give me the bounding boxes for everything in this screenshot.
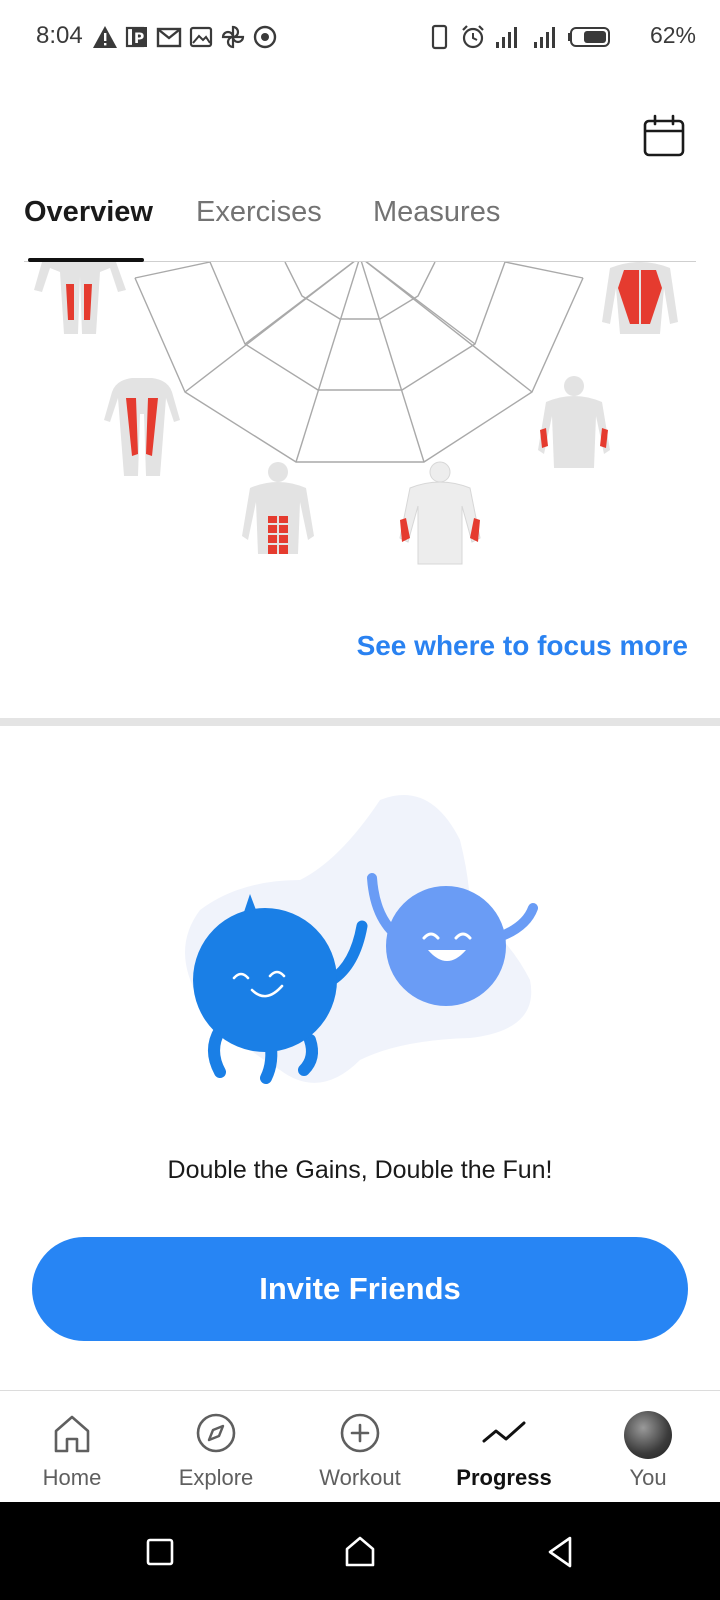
tab-overview[interactable]: Overview [24,196,153,229]
muscle-figure-quads [34,262,126,334]
svg-text:P: P [134,31,144,47]
calendar-icon[interactable] [642,114,686,158]
home-system-icon[interactable] [340,1532,380,1572]
tab-exercises[interactable]: Exercises [196,196,322,229]
muscle-figure-hamstrings [104,378,180,476]
nav-you[interactable]: You [576,1391,720,1503]
notification-icons: P [92,22,278,52]
pinwheel-icon [221,25,245,49]
target-icon [253,25,277,49]
radar-grid [134,262,584,463]
muscle-figure-abs [242,462,314,554]
bottom-navigation: Home Explore Workout Progress You [0,1390,720,1502]
invite-tagline: Double the Gains, Double the Fun! [167,1156,553,1184]
battery-icon [568,27,610,47]
back-icon[interactable] [540,1532,580,1572]
nav-workout-label: Workout [319,1465,401,1490]
avatar [624,1411,672,1459]
alarm-icon [462,25,484,49]
phone-icon [431,24,448,50]
see-focus-link[interactable]: See where to focus more [357,630,688,662]
tab-measures[interactable]: Measures [373,196,500,229]
nav-home-label: Home [42,1465,102,1490]
nav-explore-label: Explore [178,1465,254,1490]
warning-icon [93,26,117,48]
nav-explore[interactable]: Explore [144,1391,288,1503]
status-time: 8:04 [36,22,83,49]
plus-circle-icon [340,1413,380,1453]
battery-percentage: 62% [649,22,696,48]
compass-icon [196,1413,236,1453]
signal-icon [496,27,517,48]
invite-friends-button[interactable]: Invite Friends [32,1237,688,1341]
signal-icon-2 [534,27,555,48]
friends-illustration [185,795,538,1084]
nav-home[interactable]: Home [0,1391,144,1503]
system-status-icons [426,22,614,52]
gallery-icon [189,26,213,48]
nav-progress[interactable]: Progress [432,1391,576,1503]
recents-icon[interactable] [140,1532,180,1572]
nav-you-label: You [629,1465,667,1490]
trend-icon [482,1421,526,1443]
nav-progress-label: Progress [456,1465,552,1490]
muscle-figure-back [602,262,678,334]
status-bar: 8:04 P 62% [0,0,720,72]
muscle-figure-forearms [399,461,481,565]
gmail-icon [156,27,182,48]
system-navigation-bar [0,1502,720,1600]
nav-workout[interactable]: Workout [288,1391,432,1503]
muscle-figure-arms [538,376,610,468]
home-icon [54,1415,90,1453]
section-divider [0,718,720,726]
muscle-radar-chart [34,262,678,565]
publisher-icon: P [125,26,147,48]
progress-tabs: Overview Exercises Measures [0,186,720,264]
